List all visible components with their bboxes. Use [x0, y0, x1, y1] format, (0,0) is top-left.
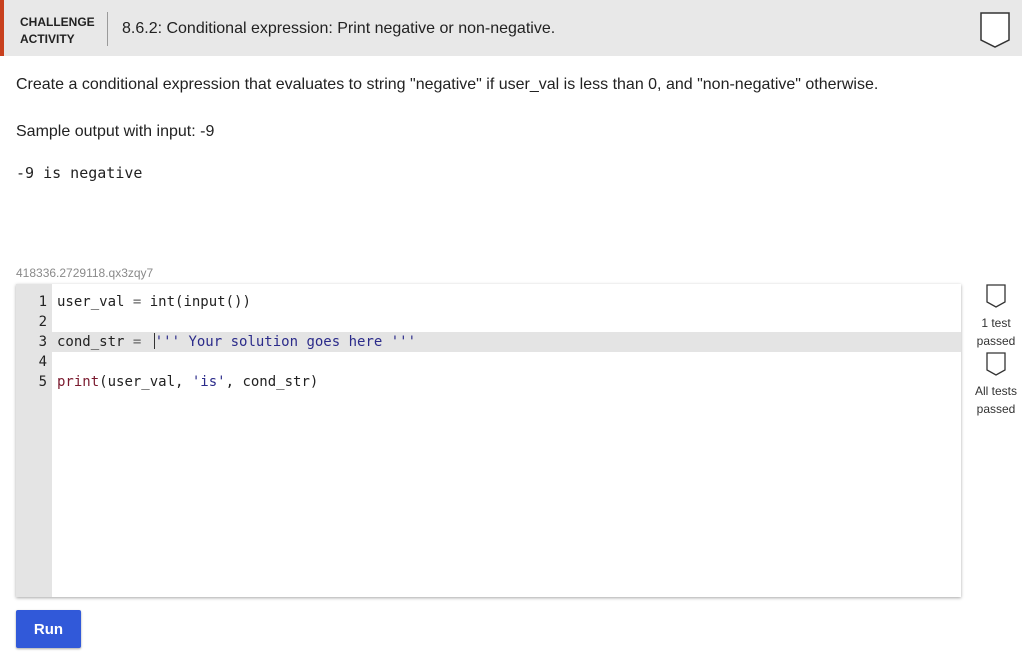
- line-number: 4: [38, 354, 47, 370]
- test-badge-icon: [986, 284, 1006, 308]
- test-status-line: All tests: [974, 384, 1017, 398]
- test-status-line: passed: [976, 402, 1016, 416]
- run-button[interactable]: Run: [16, 610, 81, 648]
- line-number: 5: [38, 374, 47, 390]
- code-token: int(input()): [149, 294, 251, 310]
- code-token: (user_val,: [99, 374, 192, 390]
- code-token: =: [124, 334, 150, 350]
- code-token: user_val: [57, 294, 125, 310]
- line-number: 1: [38, 294, 47, 310]
- header-divider: [107, 12, 108, 46]
- activity-description: Create a conditional expression that eva…: [16, 76, 879, 93]
- code-token: ''' Your solution goes here ''': [154, 334, 417, 350]
- line-number: 3: [38, 334, 47, 350]
- challenge-header: CHALLENGE ACTIVITY 8.6.2: Conditional ex…: [0, 0, 1022, 56]
- code-token: cond_str: [57, 334, 125, 350]
- label-line-2: ACTIVITY: [20, 32, 75, 46]
- code-line-2[interactable]: 2: [16, 312, 961, 332]
- code-line-4[interactable]: 4: [16, 352, 961, 372]
- test-status-line: 1 test: [981, 316, 1011, 330]
- code-token: print: [57, 374, 100, 390]
- activity-title: 8.6.2: Conditional expression: Print neg…: [122, 20, 556, 37]
- label-line-1: CHALLENGE: [20, 15, 95, 29]
- sample-output: -9 is negative: [16, 164, 143, 182]
- test-badge-icon: [986, 352, 1006, 376]
- test-status-1: 1 test passed: [968, 284, 1024, 350]
- build-id: 418336.2729118.qx3zqy7: [16, 266, 154, 280]
- code-token: , cond_str): [225, 374, 319, 390]
- code-token: 'is': [191, 374, 226, 390]
- test-status-line: passed: [976, 334, 1016, 348]
- code-token: =: [124, 294, 150, 310]
- challenge-activity-label: CHALLENGE ACTIVITY: [20, 14, 95, 48]
- line-number: 2: [38, 314, 47, 330]
- code-line-1[interactable]: 1 user_val = int(input()): [16, 292, 961, 312]
- code-line-5[interactable]: 5 print(user_val, 'is', cond_str): [16, 372, 961, 392]
- test-status-2: All tests passed: [968, 352, 1024, 418]
- code-editor[interactable]: 1 user_val = int(input()) 2 3 cond_str =…: [16, 284, 961, 597]
- code-line-3[interactable]: 3 cond_str = ''' Your solution goes here…: [16, 332, 961, 352]
- sample-output-label: Sample output with input: -9: [16, 123, 215, 140]
- completion-badge-icon: [980, 12, 1010, 48]
